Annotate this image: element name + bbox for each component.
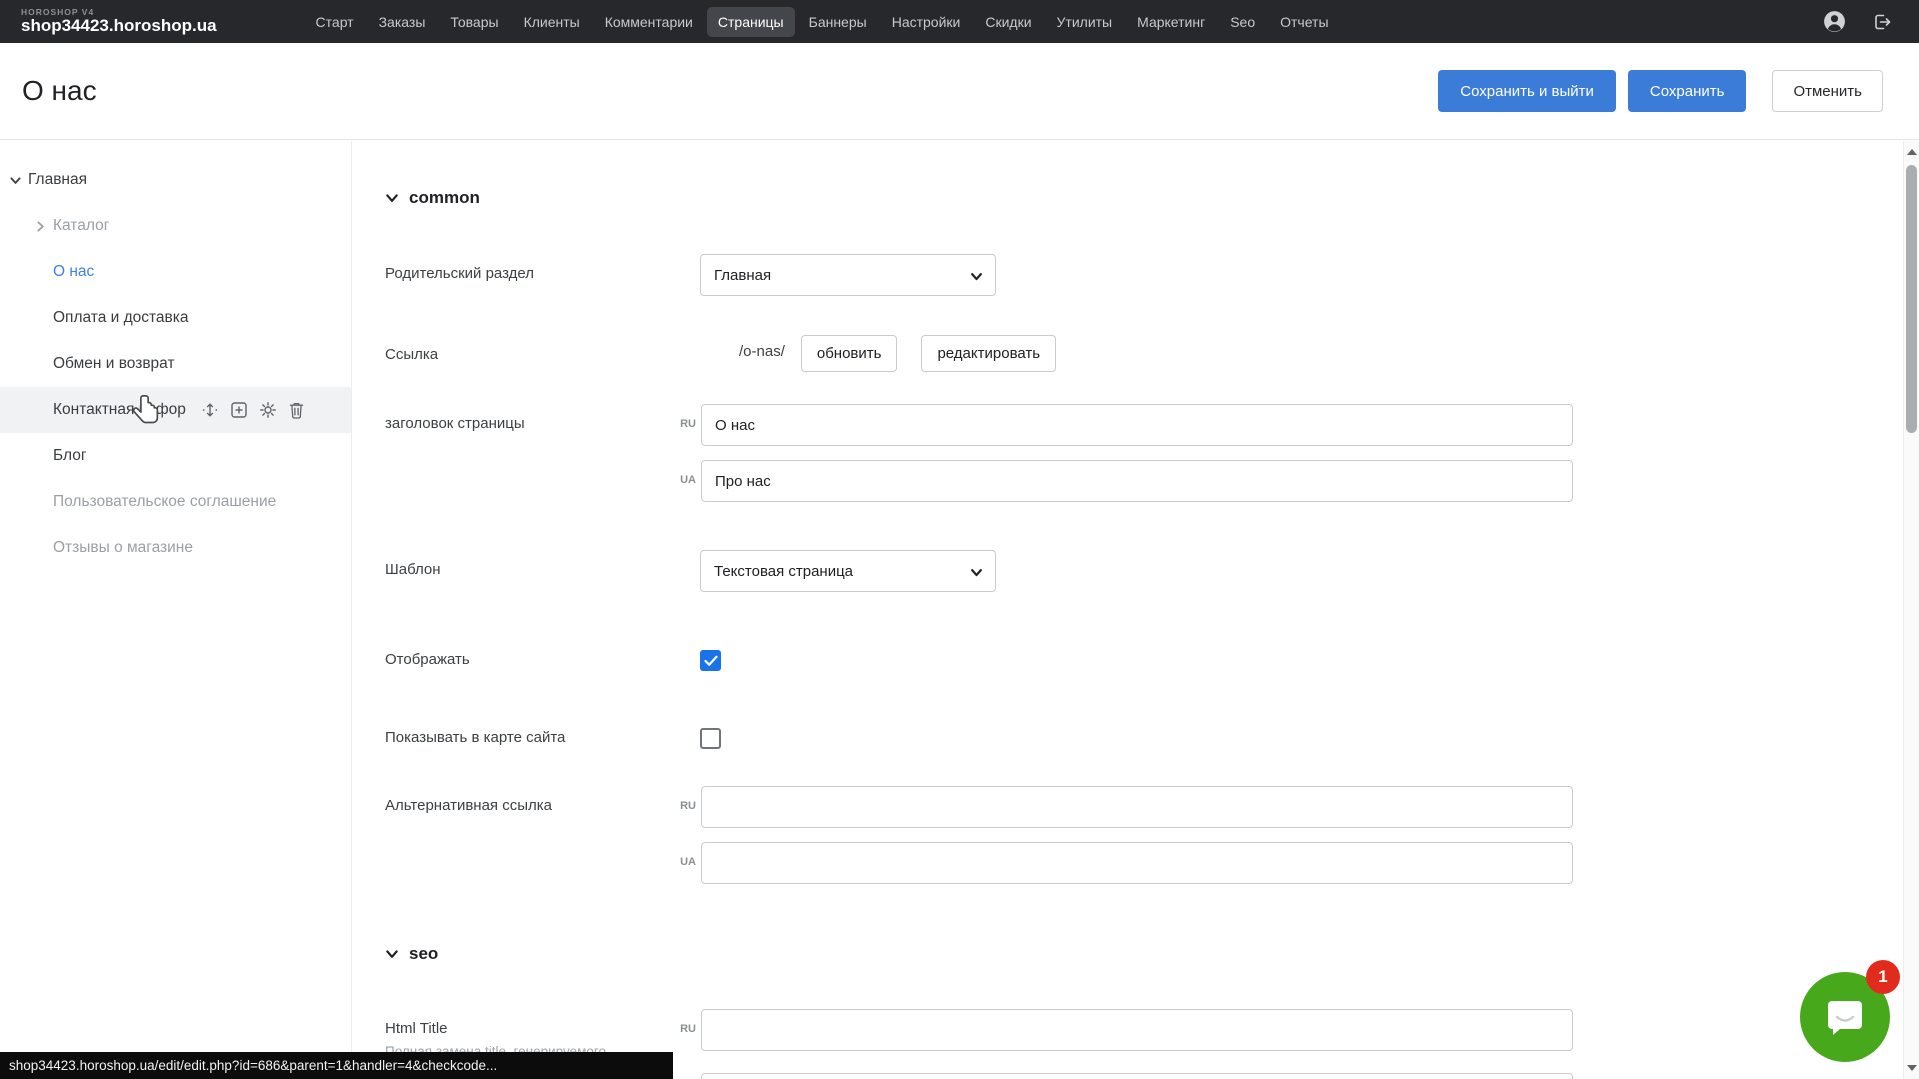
link-edit-button[interactable]: редактировать — [921, 335, 1056, 372]
tree-item[interactable]: Пользовательское соглашение — [0, 479, 351, 525]
status-url-bar: shop34423.horoshop.ua/edit/edit.php?id=6… — [0, 1052, 673, 1079]
tree-item[interactable]: О нас — [0, 249, 351, 295]
sitemap-checkbox[interactable] — [700, 728, 721, 749]
parent-section-select[interactable]: Главная — [700, 254, 996, 296]
section-common-toggle[interactable]: common — [385, 188, 1903, 208]
link-label: Ссылка — [385, 335, 700, 372]
topnav-item[interactable]: Комментарии — [594, 7, 704, 37]
display-label: Отображать — [385, 640, 700, 671]
link-refresh-button[interactable]: обновить — [801, 335, 898, 372]
lang-tag-ua: UA — [670, 842, 696, 884]
chat-unread-badge: 1 — [1866, 960, 1900, 994]
topnav-item[interactable]: Клиенты — [513, 7, 591, 37]
tree-item-label: Обмен и возврат — [53, 355, 175, 373]
template-value: Текстовая страница — [714, 563, 853, 580]
topnav: СтартЗаказыТоварыКлиентыКомментарииСтран… — [305, 7, 1340, 37]
alt-link-label: Альтернативная ссылка — [385, 786, 670, 828]
lang-tag-ru: RU — [670, 1009, 696, 1059]
tree-item[interactable]: Каталог — [0, 203, 351, 249]
tree-item-label: О нас — [53, 263, 94, 281]
template-label: Шаблон — [385, 550, 700, 592]
trash-icon[interactable] — [287, 400, 307, 420]
section-common-title: common — [409, 188, 480, 208]
tree-item[interactable]: Отзывы о магазине — [0, 525, 351, 571]
tree-item-label: Оплата и доставка — [53, 309, 189, 327]
page-heading-label: заголовок страницы — [385, 404, 670, 446]
tree-item-label: Отзывы о магазине — [53, 539, 193, 557]
page-heading-ru-input[interactable] — [701, 404, 1573, 446]
cancel-button[interactable]: Отменить — [1772, 70, 1883, 112]
tree-item-label: Главная — [28, 171, 87, 189]
tree-item[interactable]: Блог — [0, 433, 351, 479]
chat-bubble-icon — [1822, 995, 1868, 1039]
chevron-down-icon — [970, 270, 983, 283]
add-icon[interactable] — [229, 400, 249, 420]
section-seo-title: seo — [409, 944, 438, 964]
lang-tag-ru: RU — [670, 404, 696, 446]
scroll-down-icon[interactable] — [1907, 1065, 1917, 1071]
tree-item[interactable]: Оплата и доставка — [0, 295, 351, 341]
parent-section-label: Родительский раздел — [385, 254, 700, 296]
tree-caret-icon[interactable] — [9, 174, 28, 187]
topnav-item[interactable]: Страницы — [707, 7, 795, 37]
tree-item-label: Блог — [53, 447, 87, 465]
scrollbar-thumb[interactable] — [1906, 165, 1917, 433]
topnav-item[interactable]: Старт — [305, 7, 365, 37]
lang-tag-ru: RU — [670, 786, 696, 828]
checkmark-icon — [704, 655, 718, 667]
topnav-item[interactable]: Настройки — [881, 7, 972, 37]
tree-item[interactable]: Обмен и возврат — [0, 341, 351, 387]
chevron-down-icon — [385, 947, 399, 961]
chevron-down-icon — [385, 191, 399, 205]
topnav-item[interactable]: Заказы — [368, 7, 437, 37]
sitemap-label: Показывать в карте сайта — [385, 718, 700, 749]
tree-caret-icon[interactable] — [34, 220, 53, 233]
lang-tag-ua: UA — [670, 460, 696, 502]
topnav-item[interactable]: Скидки — [974, 7, 1042, 37]
save-button[interactable]: Сохранить — [1628, 70, 1747, 112]
alt-link-ua-input[interactable] — [701, 842, 1573, 884]
tree-item[interactable]: Контактная инфор — [0, 387, 351, 433]
page-header: О нас Сохранить и выйти Сохранить Отмени… — [0, 43, 1919, 140]
topnav-item[interactable]: Товары — [439, 7, 509, 37]
html-title-label: Html Title — [385, 1020, 670, 1037]
vertical-scrollbar[interactable] — [1903, 141, 1919, 1079]
scroll-up-icon[interactable] — [1907, 149, 1917, 155]
topnav-item[interactable]: Баннеры — [798, 7, 878, 37]
tree-item-label: Пользовательское соглашение — [53, 493, 276, 511]
tree-item[interactable]: Главная — [0, 157, 351, 203]
top-navigation-bar: HOROSHOP V4 shop34423.horoshop.ua СтартЗ… — [0, 0, 1919, 43]
save-and-exit-button[interactable]: Сохранить и выйти — [1438, 70, 1616, 112]
topnav-item[interactable]: Маркетинг — [1126, 7, 1216, 37]
alt-link-ru-input[interactable] — [701, 786, 1573, 828]
tree-item-actions — [200, 400, 307, 420]
logout-icon[interactable] — [1869, 9, 1895, 35]
pages-sidebar: Главная Каталог О нас Оплата и доставка … — [0, 141, 352, 1079]
html-title-ua-input[interactable] — [701, 1073, 1573, 1079]
move-icon[interactable] — [200, 400, 220, 420]
sidebar-tree: Главная Каталог О нас Оплата и доставка … — [0, 141, 351, 571]
tree-item-label: Каталог — [53, 217, 109, 235]
display-checkbox[interactable] — [700, 650, 721, 671]
tree-item-label: Контактная инфор — [53, 401, 186, 419]
link-path: /o-nas/ — [739, 335, 785, 360]
account-icon[interactable] — [1821, 9, 1847, 35]
chevron-down-icon — [970, 566, 983, 579]
page-heading-ua-input[interactable] — [701, 460, 1573, 502]
page-title: О нас — [22, 75, 97, 107]
gear-icon[interactable] — [258, 400, 278, 420]
template-select[interactable]: Текстовая страница — [700, 550, 996, 592]
parent-section-value: Главная — [714, 267, 771, 284]
topnav-item[interactable]: Отчеты — [1269, 7, 1339, 37]
brand-domain: shop34423.horoshop.ua — [21, 17, 217, 35]
topnav-item[interactable]: Утилиты — [1046, 7, 1124, 37]
html-title-ru-input[interactable] — [701, 1009, 1573, 1051]
section-seo-toggle[interactable]: seo — [385, 944, 1903, 964]
topnav-item[interactable]: Seo — [1219, 7, 1266, 37]
lang-tag-ua: UA — [670, 1073, 696, 1079]
page-edit-form: common Родительский раздел Главная Ссылк… — [353, 141, 1903, 1079]
brand-logo[interactable]: HOROSHOP V4 shop34423.horoshop.ua — [21, 8, 217, 35]
